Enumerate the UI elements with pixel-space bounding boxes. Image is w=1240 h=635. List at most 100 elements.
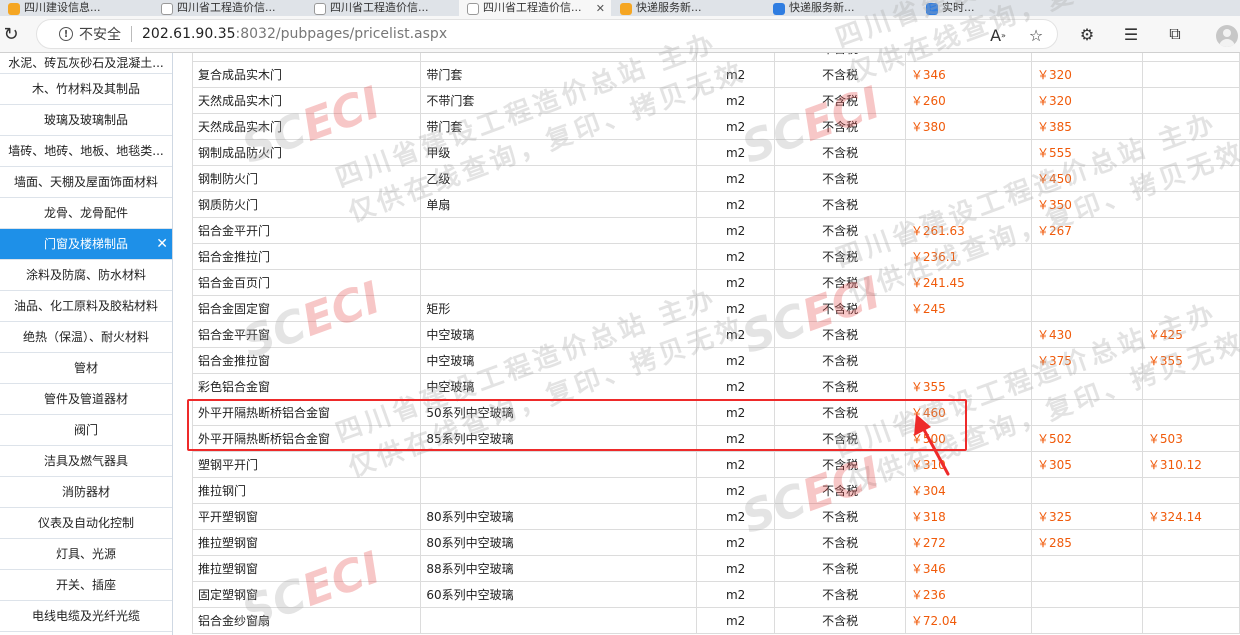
sidebar-item-cables[interactable]: 电线电缆及光纤光缆 <box>0 601 172 632</box>
unit-cell <box>695 53 776 62</box>
address-divider <box>131 26 132 42</box>
sidebar-item-tiles[interactable]: 墙砖、地砖、地板、地毯类... <box>0 136 172 167</box>
sidebar-item-keel[interactable]: 龙骨、龙骨配件 <box>0 198 172 229</box>
sidebar-item-fire[interactable]: 消防器材 <box>0 477 172 508</box>
price-cell <box>1141 87 1240 114</box>
price-cell <box>1141 477 1240 504</box>
collections-icon[interactable]: ⧉ <box>1164 23 1186 45</box>
sidebar-item-doors-windows[interactable]: 门窗及楼梯制品 ✕ <box>0 229 172 260</box>
url-path[interactable]: :8032/pubpages/pricelist.aspx <box>236 26 448 42</box>
sidebar-item-pipes[interactable]: 管材 <box>0 353 172 384</box>
profile-avatar-icon[interactable] <box>1216 25 1238 47</box>
unit-cell: m2 <box>695 87 776 114</box>
table-row[interactable]: 钢质防火门 单扇 m2 不含税 ￥350 <box>191 191 1240 218</box>
item-name-cell: 铝合金百页门 <box>191 269 422 296</box>
spec-cell: 85系列中空玻璃 <box>420 425 697 452</box>
favicon-icon <box>773 3 785 15</box>
browser-tab-title: 四川建设信息... <box>24 1 101 14</box>
sidebar-item-switches[interactable]: 开关、插座 <box>0 570 172 601</box>
table-row[interactable]: 不含税 <box>191 53 1240 62</box>
price-cell: ￥502 <box>1030 425 1143 452</box>
tax-cell: 不含税 <box>774 165 906 192</box>
price-cell <box>1141 217 1240 244</box>
security-label[interactable]: 不安全 <box>79 24 121 44</box>
browser-tab-7[interactable]: 实时... <box>918 0 1070 16</box>
price-cell: ￥305 <box>1030 451 1143 478</box>
spec-cell <box>420 53 697 62</box>
unit-cell: m2 <box>695 555 776 582</box>
favicon-icon <box>926 3 938 15</box>
extensions-icon[interactable]: ⚙ <box>1076 23 1098 45</box>
browser-tab-2[interactable]: 四川省工程造价信... <box>153 0 305 16</box>
price-cell: ￥355 <box>904 373 1032 400</box>
price-cell: ￥500 <box>904 425 1032 452</box>
price-cell <box>904 321 1032 348</box>
page-icon <box>467 3 479 15</box>
address-bar[interactable]: ! 不安全 202.61.90.35 :8032/pubpages/pricel… <box>36 19 1058 49</box>
spec-cell: 矩形 <box>420 295 697 322</box>
price-cell <box>1030 269 1143 296</box>
table-row[interactable]: 钢制成品防火门 甲级 m2 不含税 ￥555 <box>191 139 1240 166</box>
sidebar-item-coatings[interactable]: 涂料及防腐、防水材料 <box>0 260 172 291</box>
price-cell: ￥324.14 <box>1141 503 1240 530</box>
sidebar-item-wood[interactable]: 木、竹材料及其制品 <box>0 74 172 105</box>
add-favorite-icon[interactable]: ☆ <box>1025 24 1047 46</box>
table-row[interactable]: 塑钢平开门 m2 不含税 ￥310 ￥305 ￥310.12 <box>191 451 1240 478</box>
sidebar-item-sanitary[interactable]: 洁具及燃气器具 <box>0 446 172 477</box>
sidebar-item-lighting[interactable]: 灯具、光源 <box>0 539 172 570</box>
price-cell: ￥285 <box>1030 529 1143 556</box>
favorites-icon[interactable]: ☰ <box>1120 23 1142 45</box>
table-row[interactable]: 铝合金纱窗扇 m2 不含税 ￥72.04 <box>191 607 1240 634</box>
sidebar-item-insulation[interactable]: 绝热（保温）、耐火材料 <box>0 322 172 353</box>
price-cell: ￥272 <box>904 529 1032 556</box>
price-cell <box>1030 607 1143 634</box>
spec-cell: 带门套 <box>420 61 697 88</box>
sidebar-item-instruments[interactable]: 仪表及自动化控制 <box>0 508 172 539</box>
browser-tab-3[interactable]: 四川省工程造价信... <box>306 0 458 16</box>
table-row[interactable]: 外平开隔热断桥铝合金窗 85系列中空玻璃 m2 不含税 ￥500 ￥502 ￥503 <box>191 425 1240 452</box>
price-cell <box>1141 529 1240 556</box>
browser-tab-1[interactable]: 四川建设信息... <box>0 0 152 16</box>
unit-cell: m2 <box>695 425 776 452</box>
browser-toolbar: ↻ ! 不安全 202.61.90.35 :8032/pubpages/pric… <box>0 16 1240 53</box>
table-row[interactable]: 钢制防火门 乙级 m2 不含税 ￥450 <box>191 165 1240 192</box>
price-cell <box>904 165 1032 192</box>
browser-tab-5[interactable]: 快递服务新... <box>612 0 764 16</box>
item-name-cell: 钢制防火门 <box>191 165 422 192</box>
sidebar-item-glass[interactable]: 玻璃及玻璃制品 <box>0 105 172 136</box>
close-tab-icon[interactable]: ✕ <box>596 2 605 15</box>
table-row[interactable]: 铝合金平开门 m2 不含税 ￥261.63 ￥267 <box>191 217 1240 244</box>
spec-cell: 甲级 <box>420 139 697 166</box>
price-cell <box>1141 53 1240 62</box>
sidebar-item-fittings[interactable]: 管件及管道器材 <box>0 384 172 415</box>
table-row[interactable]: 平开塑钢窗 80系列中空玻璃 m2 不含税 ￥318 ￥325 ￥324.14 <box>191 503 1240 530</box>
tax-cell: 不含税 <box>774 529 906 556</box>
browser-tab-title: 快递服务新... <box>789 1 855 14</box>
table-row[interactable]: 推拉钢门 m2 不含税 ￥304 <box>191 477 1240 504</box>
price-cell <box>904 191 1032 218</box>
sidebar-item-cement[interactable]: 水泥、砖瓦灰砂石及混凝土... <box>0 53 172 74</box>
warning-icon[interactable]: ! <box>59 27 73 41</box>
table-row[interactable]: 铝合金推拉窗 中空玻璃 m2 不含税 ￥375 ￥355 <box>191 347 1240 374</box>
price-cell <box>1141 555 1240 582</box>
url-host[interactable]: 202.61.90.35 <box>142 26 236 42</box>
read-aloud-icon[interactable]: A» <box>987 24 1009 46</box>
spec-cell <box>420 477 697 504</box>
price-cell <box>1141 399 1240 426</box>
sidebar-item-valves[interactable]: 阀门 <box>0 415 172 446</box>
browser-tab-4[interactable]: 四川省工程造价信... ✕ <box>459 0 611 16</box>
price-cell <box>1141 61 1240 88</box>
tax-cell: 不含税 <box>774 347 906 374</box>
browser-tab-6[interactable]: 快递服务新... <box>765 0 917 16</box>
table-row[interactable]: 彩色铝合金窗 中空玻璃 m2 不含税 ￥355 <box>191 373 1240 400</box>
price-cell: ￥346 <box>904 555 1032 582</box>
table-row[interactable]: 铝合金推拉门 m2 不含税 ￥236.1 <box>191 243 1240 270</box>
sidebar-item-wall-finish[interactable]: 墙面、天棚及屋面饰面材料 <box>0 167 172 198</box>
price-cell: ￥555 <box>1030 139 1143 166</box>
sidebar-item-oils[interactable]: 油品、化工原料及胶粘材料 <box>0 291 172 322</box>
table-row[interactable]: 外平开隔热断桥铝合金窗 50系列中空玻璃 m2 不含税 ￥460 <box>191 399 1240 426</box>
reload-icon[interactable]: ↻ <box>0 23 22 45</box>
price-cell: ￥320 <box>1030 87 1143 114</box>
spec-cell: 中空玻璃 <box>420 347 697 374</box>
close-icon[interactable]: ✕ <box>156 229 168 259</box>
